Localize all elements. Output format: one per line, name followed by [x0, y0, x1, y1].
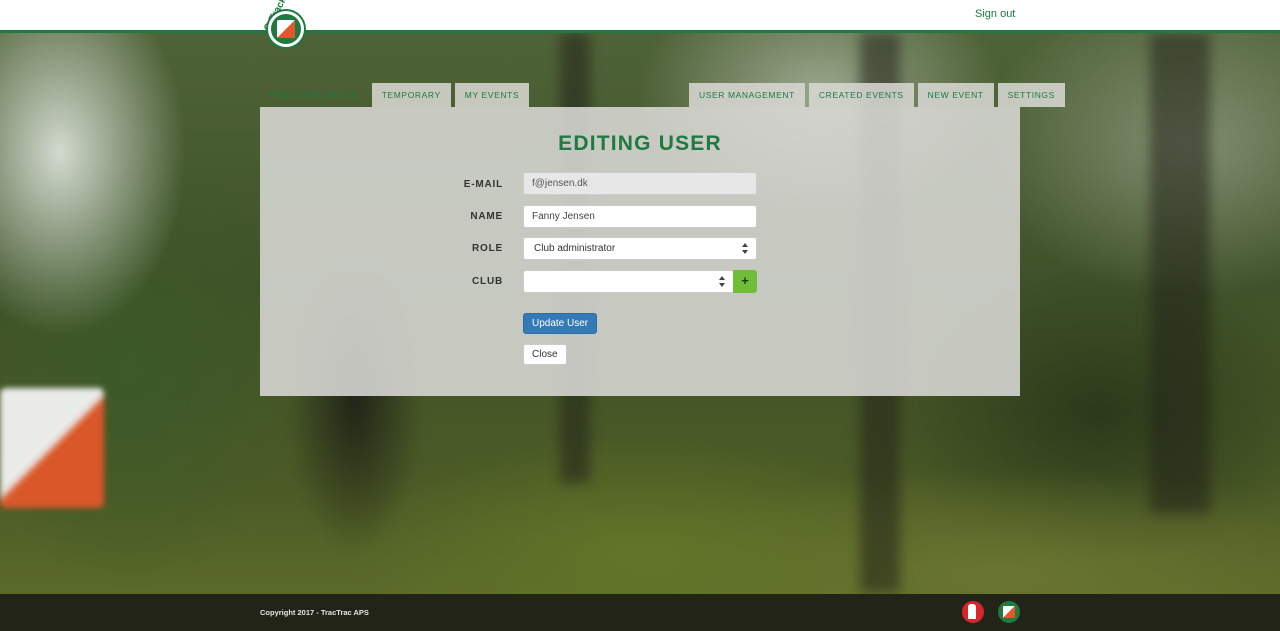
- club-select[interactable]: [523, 270, 734, 293]
- tab-new-event[interactable]: NEW EVENT: [917, 83, 994, 107]
- select-arrows-icon: [719, 276, 725, 287]
- left-tab-bar: FIND YOUR WAY IN TEMPORARY MY EVENTS: [260, 83, 530, 107]
- top-header: Sign out: [0, 0, 1280, 33]
- o-track-footer-logo-icon[interactable]: [998, 601, 1020, 623]
- role-label: ROLE: [472, 243, 503, 254]
- right-tab-bar: USER MANAGEMENT CREATED EVENTS NEW EVENT…: [689, 83, 1065, 107]
- name-label: NAME: [470, 211, 503, 222]
- tab-created-events[interactable]: CREATED EVENTS: [808, 83, 914, 107]
- orienteering-flag-image: [0, 388, 104, 508]
- footer: Copyright 2017 - TracTrac APS: [0, 594, 1280, 631]
- sign-out-link[interactable]: Sign out: [975, 8, 1015, 20]
- tab-settings[interactable]: SETTINGS: [997, 83, 1065, 107]
- partner-logo-icon[interactable]: [962, 601, 984, 623]
- email-label: E-MAIL: [463, 179, 503, 190]
- copyright-text: Copyright 2017 - TracTrac APS: [260, 608, 369, 617]
- add-club-button[interactable]: +: [733, 270, 757, 293]
- name-field[interactable]: [523, 205, 757, 228]
- tab-my-events[interactable]: MY EVENTS: [454, 83, 530, 107]
- club-label: CLUB: [472, 276, 503, 287]
- plus-icon: +: [741, 273, 749, 288]
- logo-icon: [268, 11, 304, 47]
- select-arrows-icon: [742, 243, 748, 254]
- email-field[interactable]: [523, 172, 757, 195]
- role-select[interactable]: Club administrator: [523, 237, 757, 260]
- tab-find-your-way-in[interactable]: FIND YOUR WAY IN: [260, 83, 368, 107]
- o-track-logo[interactable]: O-Track: [258, 0, 308, 50]
- tab-temporary[interactable]: TEMPORARY: [371, 83, 451, 107]
- role-select-value: Club administrator: [534, 243, 616, 254]
- page-title: EDITING USER: [558, 132, 722, 155]
- edit-user-panel: EDITING USER E-MAIL NAME ROLE Club admin…: [260, 107, 1020, 396]
- update-user-button[interactable]: Update User: [523, 313, 598, 334]
- close-button[interactable]: Close: [523, 344, 567, 365]
- tab-user-management[interactable]: USER MANAGEMENT: [689, 83, 805, 107]
